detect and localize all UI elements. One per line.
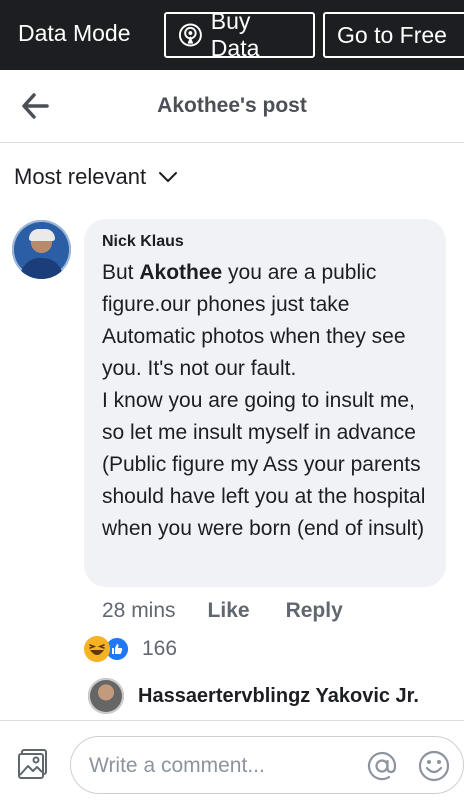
buy-data-label: Buy Data xyxy=(210,8,260,61)
broadcast-icon xyxy=(178,23,202,47)
reply-button[interactable]: Reply xyxy=(286,599,343,623)
mention-link[interactable]: Akothee xyxy=(139,261,222,284)
comment-composer xyxy=(0,720,464,807)
data-mode-bar: Data Mode Buy Data Go to Free xyxy=(0,0,464,70)
mention-icon[interactable] xyxy=(365,749,399,783)
comment-input[interactable] xyxy=(87,749,351,783)
comment-author[interactable]: Nick Klaus xyxy=(102,233,184,251)
comment-text: But Akothee you are a public figure.our … xyxy=(102,257,432,545)
comment-text-second: I know you are going to insult me, so le… xyxy=(102,389,426,540)
data-mode-label: Data Mode xyxy=(18,20,131,46)
emoji-icon[interactable] xyxy=(417,749,451,783)
avatar[interactable] xyxy=(12,220,71,279)
reply-preview[interactable]: Hassaertervblingz Yakovic Jr. xyxy=(88,678,419,714)
avatar-shirt xyxy=(20,258,63,279)
reaction-summary[interactable]: 166 xyxy=(84,636,177,662)
sort-dropdown[interactable]: Most relevant xyxy=(14,164,178,190)
chevron-down-icon xyxy=(159,172,178,182)
go-to-free-label: Go to Free xyxy=(337,21,447,48)
comment-input-field[interactable] xyxy=(70,736,464,794)
avatar-cap xyxy=(29,229,55,241)
comment-text-start: But xyxy=(102,261,140,284)
comment-actions: 28 mins Like Reply xyxy=(102,599,343,623)
reply-avatar[interactable] xyxy=(88,678,124,714)
page-title: Akothee's post xyxy=(157,94,307,117)
buy-data-button[interactable]: Buy Data xyxy=(164,8,315,61)
reaction-count: 166 xyxy=(142,637,178,660)
comment-bubble: Nick Klaus But Akothee you are a public … xyxy=(84,219,446,587)
haha-icon xyxy=(84,636,110,662)
reply-author[interactable]: Hassaertervblingz Yakovic Jr. xyxy=(138,685,419,708)
photo-icon[interactable] xyxy=(16,747,50,781)
post-header: Akothee's post xyxy=(0,70,464,143)
sort-label: Most relevant xyxy=(14,164,147,189)
comment-timestamp[interactable]: 28 mins xyxy=(102,599,176,623)
go-to-free-button[interactable]: Go to Free xyxy=(323,12,464,58)
like-button[interactable]: Like xyxy=(208,599,250,623)
